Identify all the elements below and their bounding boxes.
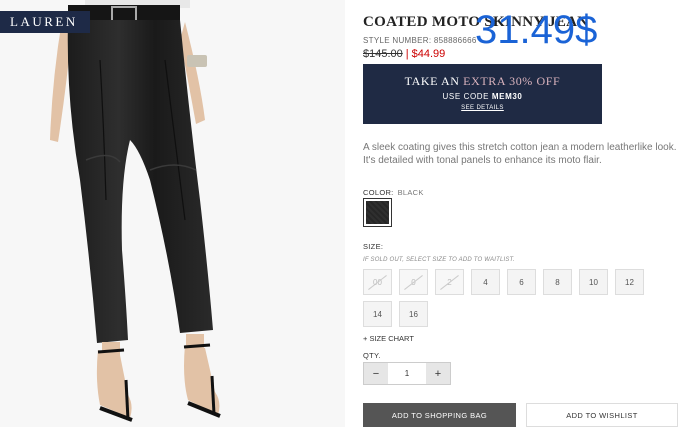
color-label-text: COLOR:	[363, 188, 394, 197]
brand-logo: LAUREN	[0, 11, 90, 33]
promo-headline-offer: EXTRA 30% OFF	[463, 74, 561, 88]
size-option-6[interactable]: 6	[507, 269, 536, 295]
qty-input[interactable]: 1	[388, 363, 426, 384]
add-to-bag-button[interactable]: ADD TO SHOPPING BAG	[363, 403, 516, 427]
price-block: $145.00 | $44.99	[363, 48, 445, 60]
promo-code-label: USE CODE	[442, 92, 490, 101]
promo-headline-prefix: TAKE AN	[404, 74, 460, 88]
product-image[interactable]: LAUREN	[0, 0, 345, 427]
original-price: $145.00	[363, 48, 403, 60]
product-details: COATED MOTO SKINNY JEAN STYLE NUMBER: 85…	[345, 0, 699, 427]
size-option-16[interactable]: 16	[399, 301, 428, 327]
promo-details-link[interactable]: SEE DETAILS	[363, 105, 602, 111]
color-swatch-black[interactable]	[363, 198, 392, 227]
sale-price: $44.99	[411, 48, 446, 60]
size-options: 00 0 2 4 6 8 10 12 14 16	[363, 269, 663, 327]
jeans-illustration	[50, 0, 221, 422]
style-number-value: 858886666	[433, 36, 477, 45]
size-option-0[interactable]: 0	[399, 269, 428, 295]
size-option-10[interactable]: 10	[579, 269, 608, 295]
qty-decrease-button[interactable]: −	[364, 363, 388, 384]
color-label: COLOR: BLACK	[363, 188, 424, 197]
size-option-4[interactable]: 4	[471, 269, 500, 295]
qty-label: QTY.	[363, 351, 381, 360]
qty-increase-button[interactable]: +	[426, 363, 450, 384]
style-number: STYLE NUMBER: 858886666	[363, 36, 477, 45]
size-option-8[interactable]: 8	[543, 269, 572, 295]
size-option-2[interactable]: 2	[435, 269, 464, 295]
color-value: BLACK	[397, 188, 424, 197]
size-option-14[interactable]: 14	[363, 301, 392, 327]
style-number-label: STYLE NUMBER:	[363, 36, 432, 45]
promo-code: MEM30	[491, 92, 523, 101]
size-chart-link[interactable]: + SIZE CHART	[363, 334, 414, 343]
quantity-stepper: − 1 +	[363, 362, 451, 385]
size-option-00[interactable]: 00	[363, 269, 392, 295]
size-label: SIZE:	[363, 242, 384, 251]
promo-headline: TAKE AN EXTRA 30% OFF	[363, 74, 602, 89]
waitlist-note: IF SOLD OUT, SELECT SIZE TO ADD TO WAITL…	[363, 257, 515, 263]
price-separator: |	[405, 48, 409, 60]
promo-code-line: USE CODE MEM30	[363, 92, 602, 101]
product-description: A sleek coating gives this stretch cotto…	[363, 142, 677, 166]
promo-banner[interactable]: TAKE AN EXTRA 30% OFF USE CODE MEM30 SEE…	[363, 64, 602, 124]
add-to-wishlist-button[interactable]: ADD TO WISHLIST	[526, 403, 678, 427]
size-option-12[interactable]: 12	[615, 269, 644, 295]
swatch-fill	[366, 201, 389, 224]
overlay-price: 31.49$	[475, 8, 598, 52]
